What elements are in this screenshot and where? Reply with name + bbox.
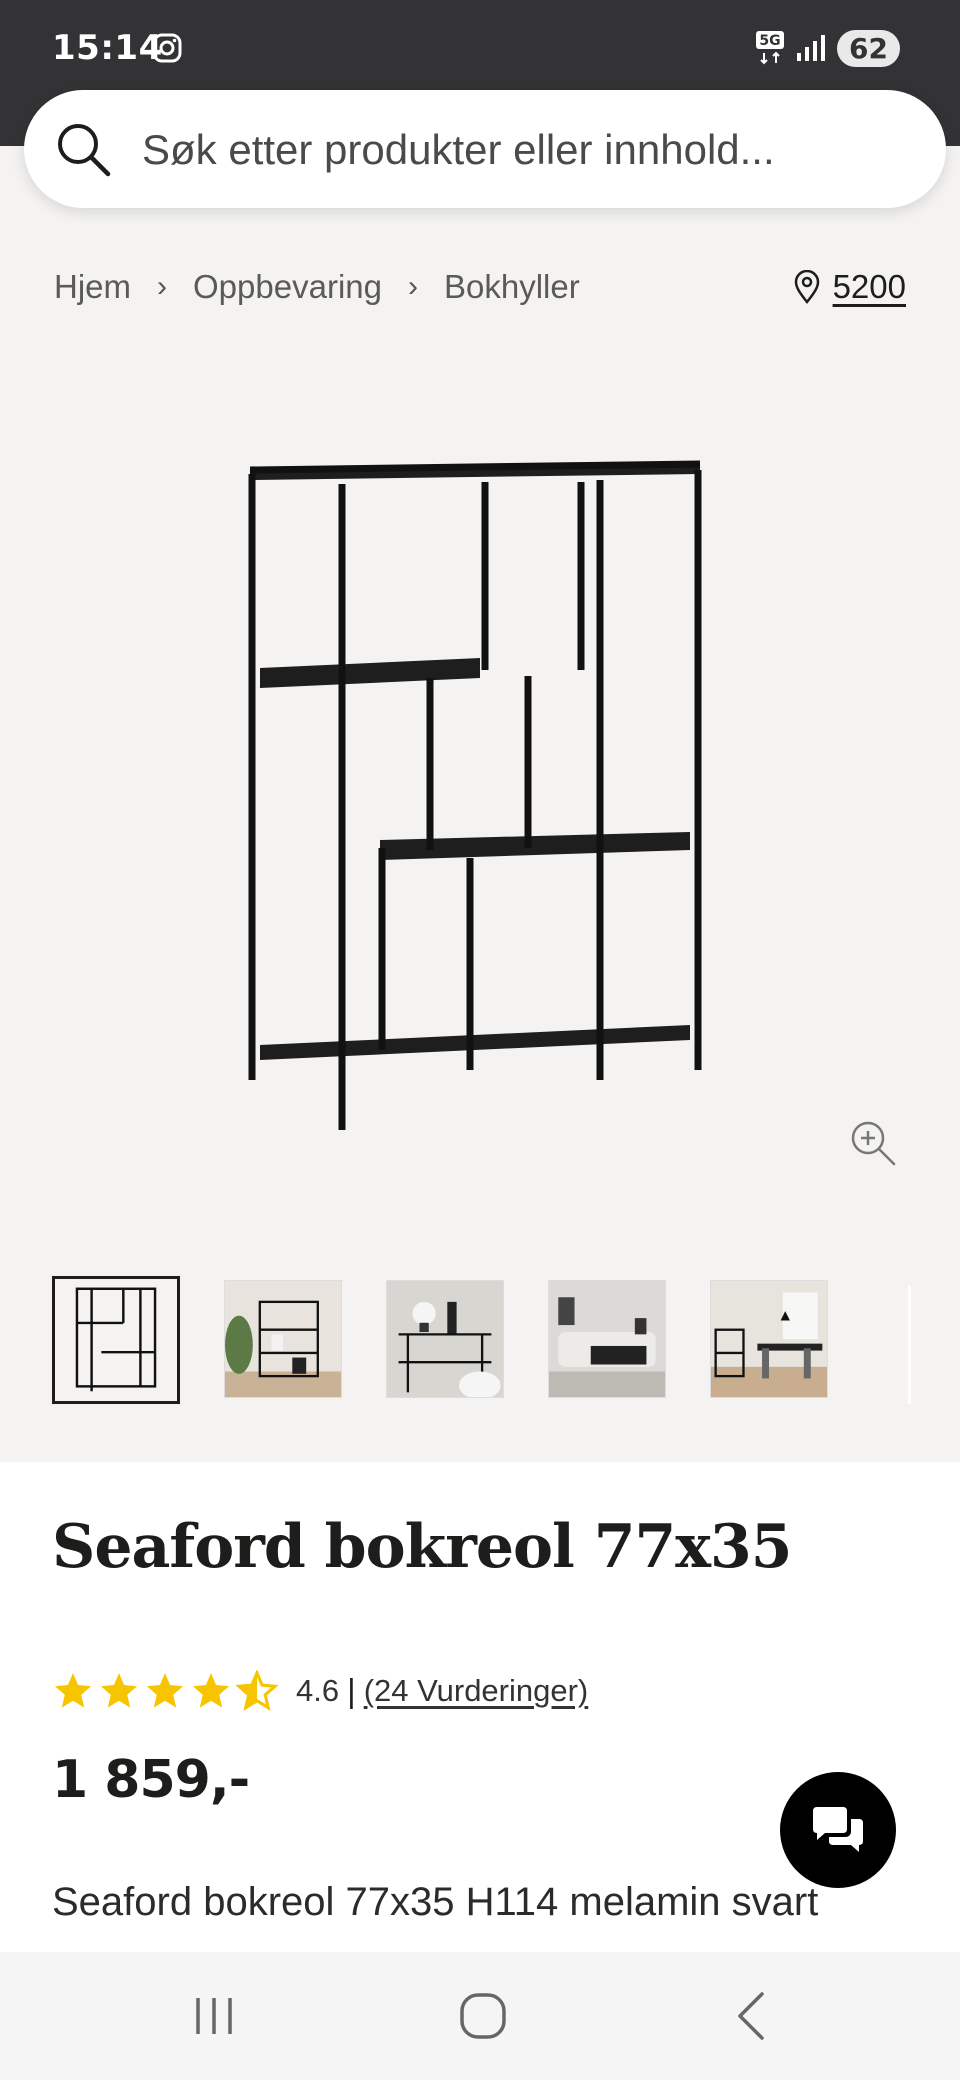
chat-button[interactable] bbox=[780, 1772, 896, 1888]
room-thumbnail-image bbox=[549, 1281, 665, 1397]
star-icon bbox=[54, 1673, 92, 1708]
5g-icon: 5G bbox=[756, 31, 785, 65]
breadcrumb: Hjem › Oppbevaring › Bokhyller bbox=[54, 262, 580, 312]
location-pin-icon bbox=[794, 270, 819, 304]
product-price: 1 859,- bbox=[52, 1750, 250, 1810]
breadcrumb-item-bookshelves[interactable]: Bokhyller bbox=[444, 268, 580, 306]
rating-value: 4.6 bbox=[296, 1673, 340, 1708]
home-icon[interactable] bbox=[453, 1986, 513, 2046]
svg-text:5G: 5G bbox=[759, 33, 780, 49]
thumbnail-5[interactable] bbox=[710, 1280, 828, 1398]
shelf-thumbnail-image bbox=[55, 1279, 177, 1401]
reviews-link[interactable]: (24 Vurderinger) bbox=[364, 1673, 589, 1709]
room-thumbnail-image bbox=[387, 1281, 503, 1397]
thumbnail-2[interactable] bbox=[224, 1280, 342, 1398]
location-selector[interactable]: 5200 bbox=[793, 262, 906, 312]
recent-apps-icon[interactable] bbox=[184, 1986, 244, 2046]
product-description: Seaford bokreol 77x35 H114 melamin svart bbox=[52, 1880, 819, 1924]
thumbnail-strip bbox=[52, 1276, 828, 1404]
product-image[interactable] bbox=[230, 440, 730, 1140]
star-icon bbox=[146, 1673, 184, 1708]
rating-separator: | bbox=[347, 1672, 356, 1709]
scroll-edge bbox=[908, 1286, 911, 1404]
thumbnail-3[interactable] bbox=[386, 1280, 504, 1398]
product-title: Seaford bokreol 77x35 bbox=[52, 1512, 792, 1582]
half-star-icon bbox=[236, 1670, 278, 1711]
search-input[interactable] bbox=[140, 114, 924, 186]
chevron-right-icon: › bbox=[157, 270, 168, 303]
chat-icon bbox=[813, 1807, 863, 1852]
chevron-right-icon: › bbox=[407, 270, 418, 303]
location-code[interactable]: 5200 bbox=[833, 268, 906, 306]
search-icon[interactable] bbox=[54, 120, 112, 178]
star-icon bbox=[192, 1673, 230, 1708]
room-thumbnail-image bbox=[225, 1281, 341, 1397]
signal-icon bbox=[797, 35, 826, 61]
status-indicators: 5G 62 bbox=[755, 28, 900, 68]
star-icon bbox=[100, 1673, 138, 1708]
breadcrumb-item-home[interactable]: Hjem bbox=[54, 268, 131, 306]
back-icon[interactable] bbox=[722, 1986, 782, 2046]
battery-indicator: 62 bbox=[837, 29, 900, 67]
star-rating bbox=[52, 1670, 278, 1712]
status-time: 15:14 bbox=[52, 28, 163, 68]
search-bar[interactable] bbox=[24, 90, 946, 208]
thumbnail-4[interactable] bbox=[548, 1280, 666, 1398]
zoom-in-icon[interactable] bbox=[848, 1118, 898, 1168]
room-thumbnail-image bbox=[711, 1281, 827, 1397]
thumbnail-1[interactable] bbox=[52, 1276, 180, 1404]
product-rating: 4.6 | (24 Vurderinger) bbox=[52, 1666, 588, 1716]
system-nav-bar bbox=[0, 1952, 960, 2080]
instagram-icon bbox=[152, 33, 182, 63]
breadcrumb-item-storage[interactable]: Oppbevaring bbox=[193, 268, 382, 306]
